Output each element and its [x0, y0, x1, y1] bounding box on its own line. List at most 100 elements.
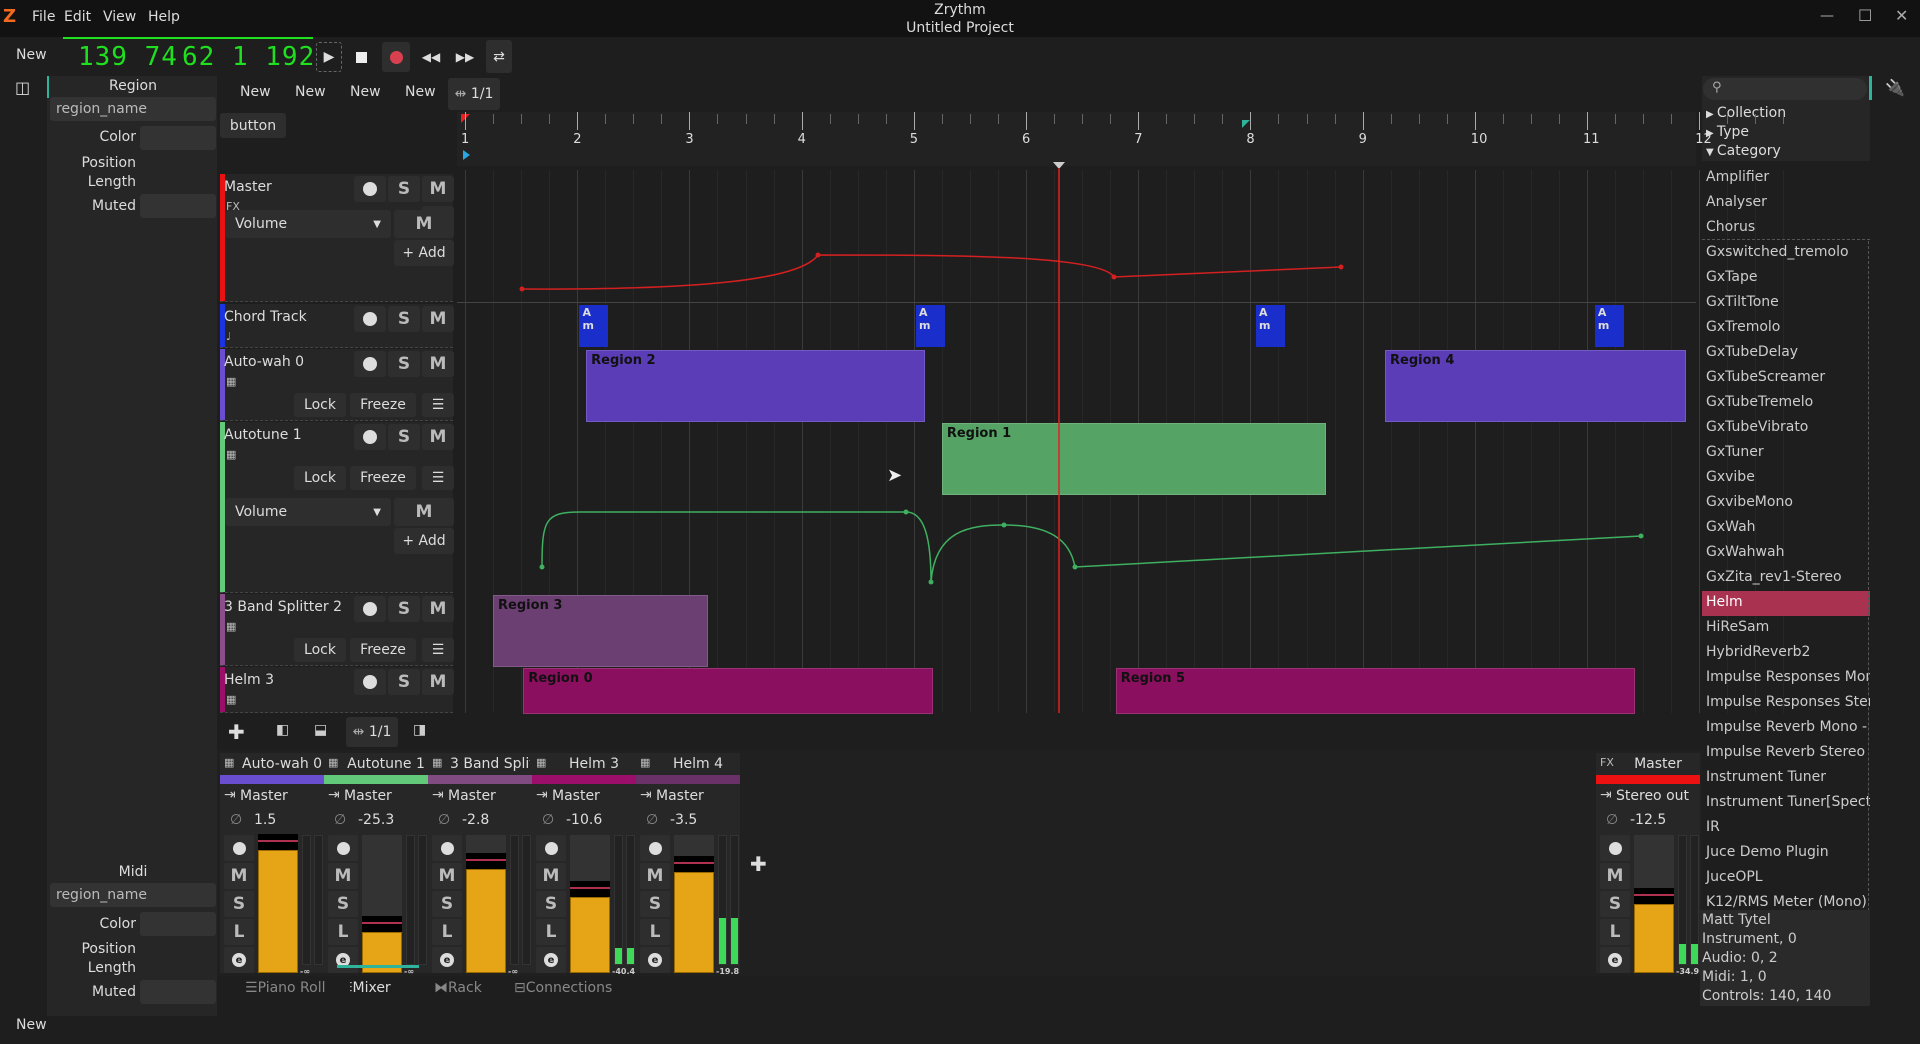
plugin-browser-icon[interactable]: 🔌 — [1885, 78, 1905, 97]
listen-button[interactable]: L — [1600, 919, 1630, 945]
close-icon[interactable]: ✕ — [1895, 6, 1908, 25]
record-arm-button[interactable] — [354, 351, 386, 377]
mixer-strip[interactable]: ▦ Auto-wah 0 ⇥ Master ∅ 1.5 M S Le -∞ — [220, 753, 324, 976]
e-button[interactable]: e — [1600, 947, 1630, 973]
new-button[interactable]: New — [16, 47, 47, 63]
automation-mute-button[interactable]: M — [394, 498, 454, 526]
record-arm-button[interactable] — [354, 306, 386, 332]
solo-button[interactable]: S — [388, 351, 420, 377]
plugin-item[interactable]: GxTuner — [1702, 441, 1870, 466]
plugin-item[interactable]: GxTape — [1702, 266, 1870, 291]
play-button[interactable]: ▶ — [316, 42, 342, 72]
time-display[interactable]: 62 1 192 — [182, 42, 315, 72]
minimize-icon[interactable]: — — [1820, 8, 1834, 24]
plugin-item-selected[interactable]: Helm — [1702, 591, 1870, 616]
fader[interactable] — [674, 835, 714, 973]
mixer-strip[interactable]: FX Master ⇥ Stereo out ∅ -12.5 M S Le -34.9 — [1596, 753, 1700, 976]
listen-button[interactable]: L — [224, 919, 254, 945]
lock-button[interactable]: Lock — [294, 393, 346, 417]
midi-region-name-input[interactable]: region_name — [50, 883, 216, 907]
fader[interactable] — [466, 835, 506, 973]
lock-button[interactable]: Lock — [294, 638, 346, 662]
plugin-item[interactable]: GxTremolo — [1702, 316, 1870, 341]
plugin-item[interactable]: Instrument Tuner — [1702, 766, 1870, 791]
solo-button[interactable]: S — [328, 891, 358, 917]
plugin-item[interactable]: Impulse Responses Stereo — [1702, 691, 1870, 716]
add-automation-button[interactable]: + Add — [394, 240, 454, 266]
mute-button[interactable]: M — [640, 863, 670, 889]
solo-button[interactable]: S — [388, 669, 420, 695]
menu-view[interactable]: View — [103, 9, 136, 25]
add-track-icon[interactable]: ✚ — [228, 720, 245, 744]
fader-handle[interactable] — [362, 916, 402, 932]
region[interactable]: Region 1 — [941, 423, 1326, 495]
track-chord-track[interactable]: Chord Track ♩ S M — [220, 304, 454, 348]
mute-button[interactable]: M — [536, 863, 566, 889]
menu-help[interactable]: Help — [148, 9, 180, 25]
plugin-item[interactable]: Juce Demo Plugin — [1702, 841, 1870, 866]
plugin-item[interactable]: Impulse Responses Mono - — [1702, 666, 1870, 691]
mute-button[interactable]: M — [1600, 863, 1630, 889]
timeline-new-button[interactable]: New — [240, 84, 271, 100]
record-button[interactable] — [640, 835, 670, 861]
mute-button[interactable]: M — [432, 863, 462, 889]
track-menu-button[interactable]: ☰ — [422, 638, 454, 662]
fader-handle[interactable] — [570, 881, 610, 897]
record-arm-button[interactable] — [354, 669, 386, 695]
filter-collection[interactable]: ▶ Collection — [1706, 105, 1786, 121]
track-menu-button[interactable]: ☰ — [422, 466, 454, 490]
record-button[interactable] — [328, 835, 358, 861]
bbt-display[interactable]: 139 74 — [78, 42, 178, 72]
output-selector[interactable]: Master — [656, 788, 704, 804]
solo-button[interactable]: S — [388, 176, 420, 202]
mixer-strip[interactable]: ▦ Helm 4 ⇥ Master ∅ -3.5 M S Le -19.8 — [636, 753, 740, 976]
solo-button[interactable]: S — [388, 596, 420, 622]
plugin-item[interactable]: Instrument Tuner[Spectrum — [1702, 791, 1870, 816]
e-button[interactable]: e — [224, 947, 254, 973]
generic-button[interactable]: button — [220, 113, 286, 138]
fader[interactable] — [362, 835, 402, 973]
e-button[interactable]: e — [640, 947, 670, 973]
e-button[interactable]: e — [432, 947, 462, 973]
region[interactable]: Region 4 — [1385, 350, 1686, 422]
category-item[interactable]: Chorus — [1702, 216, 1870, 241]
fader-handle[interactable] — [258, 834, 298, 850]
automation-dropdown[interactable]: Volume ▼ — [225, 498, 391, 526]
plugin-item[interactable]: GxWahwah — [1702, 541, 1870, 566]
freeze-button[interactable]: Freeze — [350, 638, 416, 662]
plugin-item[interactable]: Impulse Reverb Stereo - In — [1702, 741, 1870, 766]
lock-button[interactable]: Lock — [294, 466, 346, 490]
color-field[interactable] — [140, 126, 216, 150]
solo-button[interactable]: S — [388, 306, 420, 332]
sidebar-toggle-icon[interactable]: ◫ — [15, 78, 30, 97]
tab-mixer[interactable]: ⫶Mixer — [337, 965, 419, 996]
plugin-item[interactable]: JuceOPL — [1702, 866, 1870, 891]
chord-object[interactable]: A m — [1256, 305, 1285, 347]
track-autotune-1[interactable]: Autotune 1 ▦ S M Lock Freeze ☰ Volume ▼ M + Add — [220, 422, 454, 593]
midi-muted-field[interactable] — [140, 980, 216, 1004]
output-selector[interactable]: Master — [344, 788, 392, 804]
midi-color-field[interactable] — [140, 912, 216, 936]
fader-handle[interactable] — [466, 853, 506, 869]
plugin-item[interactable]: GxTubeDelay — [1702, 341, 1870, 366]
plugin-item[interactable]: HybridReverb2 — [1702, 641, 1870, 666]
filter-type[interactable]: ▶ Type — [1706, 124, 1749, 140]
record-arm-button[interactable] — [354, 596, 386, 622]
ruler[interactable] — [457, 112, 1696, 166]
listen-button[interactable]: L — [536, 919, 566, 945]
region[interactable]: Region 2 — [586, 350, 926, 422]
plugin-item[interactable]: GxvibeMono — [1702, 491, 1870, 516]
region-name-input[interactable]: region_name — [50, 97, 216, 121]
plugin-item[interactable]: GxZita_rev1-Stereo — [1702, 566, 1870, 591]
timeline-new-button[interactable]: New — [350, 84, 381, 100]
output-selector[interactable]: Master — [448, 788, 496, 804]
plugin-item[interactable]: Gxvibe — [1702, 466, 1870, 491]
chord-object[interactable]: A m — [916, 305, 946, 347]
solo-button[interactable]: S — [640, 891, 670, 917]
loop-button[interactable]: ⇄ — [486, 40, 512, 73]
plugin-item[interactable]: GxTubeScreamer — [1702, 366, 1870, 391]
chord-object[interactable]: A m — [579, 305, 609, 347]
record-button[interactable] — [536, 835, 566, 861]
listen-button[interactable]: L — [432, 919, 462, 945]
maximize-icon[interactable]: ☐ — [1858, 6, 1872, 25]
